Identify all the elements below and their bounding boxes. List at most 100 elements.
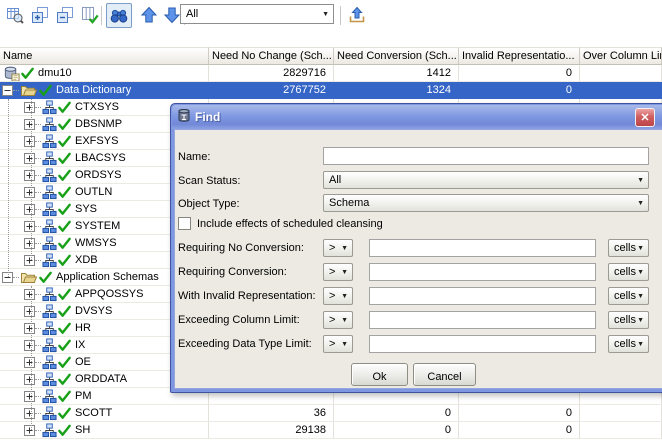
operator-select[interactable]: > ▼: [323, 311, 353, 329]
export-button[interactable]: [346, 4, 368, 26]
operator-value: >: [329, 290, 336, 302]
expand-node-icon[interactable]: [24, 305, 35, 317]
operator-select[interactable]: > ▼: [323, 263, 353, 281]
check-icon: [58, 322, 71, 335]
chevron-down-icon: ▼: [341, 244, 348, 252]
check-icon: [58, 152, 71, 165]
table-row[interactable]: SCOTT 36 0 0: [0, 405, 662, 422]
expand-node-icon[interactable]: [24, 237, 35, 249]
schema-icon: [42, 337, 57, 353]
tree-node-label: ORDDATA: [75, 373, 128, 385]
check-icon: [58, 118, 71, 131]
scan-database-button[interactable]: [4, 4, 26, 26]
column-header[interactable]: Need No Change (Sch...: [209, 47, 334, 65]
table-row[interactable]: Data Dictionary 2767752 1324 0: [0, 82, 662, 99]
column-header[interactable]: Invalid Representatio...: [459, 47, 580, 65]
operator-select[interactable]: > ▼: [323, 335, 353, 353]
unit-select[interactable]: cells ▼: [608, 335, 649, 353]
schema-icon: [42, 218, 57, 234]
expand-node-icon[interactable]: [24, 118, 35, 130]
collapse-all-button[interactable]: [54, 4, 76, 26]
criteria-row: With Invalid Representation: > ▼ cells ▼: [171, 287, 662, 305]
criteria-value-input[interactable]: [369, 311, 596, 329]
expand-node-icon[interactable]: [24, 373, 35, 385]
tree-connector: [35, 361, 41, 363]
column-header[interactable]: Name: [0, 47, 209, 65]
expand-node-icon[interactable]: [24, 390, 35, 402]
schema-icon: [42, 167, 57, 183]
expand-node-icon[interactable]: [24, 288, 35, 300]
operator-select[interactable]: > ▼: [323, 239, 353, 257]
find-dialog-titlebar[interactable]: Find: [172, 105, 662, 129]
chevron-down-icon: ▼: [341, 292, 348, 300]
schema-icon: [42, 354, 57, 370]
criteria-value-input[interactable]: [369, 263, 596, 281]
schema-icon: [42, 252, 57, 268]
scan-status-select[interactable]: All ▼: [323, 171, 649, 189]
scan-status-label: Scan Status:: [178, 175, 241, 187]
table-row[interactable]: SH 29138 0 0: [0, 422, 662, 439]
unit-select[interactable]: cells ▼: [608, 287, 649, 305]
expand-node-icon[interactable]: [24, 254, 35, 266]
criteria-label: With Invalid Representation:: [178, 290, 316, 302]
name-input[interactable]: [323, 147, 649, 165]
unit-select[interactable]: cells ▼: [608, 239, 649, 257]
column-header[interactable]: Over Column Lim: [580, 47, 662, 65]
expand-node-icon[interactable]: [24, 101, 35, 113]
collapse-all-icon: [56, 6, 74, 24]
database-icon: [3, 65, 20, 81]
schema-icon: [42, 286, 57, 302]
unit-select[interactable]: cells ▼: [608, 263, 649, 281]
criteria-value-input[interactable]: [369, 239, 596, 257]
expand-node-icon[interactable]: [24, 356, 35, 368]
expand-node-icon[interactable]: [24, 407, 35, 419]
check-icon: [58, 169, 71, 182]
value-cell: 2767752: [209, 82, 334, 99]
operator-select[interactable]: > ▼: [323, 287, 353, 305]
unit-select[interactable]: cells ▼: [608, 311, 649, 329]
tree-connector: [35, 174, 41, 176]
expand-node-icon[interactable]: [24, 169, 35, 181]
expand-node-icon[interactable]: [24, 203, 35, 215]
expand-node-icon[interactable]: [24, 424, 35, 436]
move-up-button[interactable]: [138, 4, 160, 26]
expand-all-button[interactable]: [29, 4, 51, 26]
tree-connector: [35, 242, 41, 244]
table-row[interactable]: dmu10 2829716 1412 0: [0, 65, 662, 82]
include-cleansing-checkbox[interactable]: [178, 217, 191, 230]
expand-node-icon[interactable]: [24, 339, 35, 351]
criteria-value-input[interactable]: [369, 335, 596, 353]
criteria-value-input[interactable]: [369, 287, 596, 305]
tree-guide-line: [8, 99, 9, 277]
value-cell: 0: [459, 82, 580, 99]
expand-node-icon[interactable]: [24, 322, 35, 334]
check-icon: [58, 407, 71, 420]
expand-node-icon[interactable]: [24, 220, 35, 232]
check-icon: [58, 237, 71, 250]
tree-node-label: Data Dictionary: [56, 84, 132, 96]
column-header[interactable]: Need Conversion (Sch...: [334, 47, 459, 65]
check-icon: [58, 135, 71, 148]
close-icon: ✕: [640, 112, 650, 124]
object-type-select[interactable]: Schema ▼: [323, 194, 649, 212]
tree-node-label: SYS: [75, 203, 98, 215]
collapse-node-icon[interactable]: [2, 84, 13, 96]
tree-node-label: EXFSYS: [75, 135, 119, 147]
tree-connector: [35, 123, 41, 125]
toggle-columns-button[interactable]: [79, 4, 101, 26]
find-button[interactable]: [106, 3, 132, 28]
check-icon: [58, 101, 71, 114]
expand-node-icon[interactable]: [24, 135, 35, 147]
expand-node-icon[interactable]: [24, 152, 35, 164]
close-button[interactable]: ✕: [635, 108, 655, 127]
tree-connector: [35, 310, 41, 312]
expand-node-icon[interactable]: [24, 186, 35, 198]
check-icon: [58, 339, 71, 352]
value-cell: 0: [459, 422, 580, 439]
ok-button[interactable]: Ok: [351, 363, 408, 386]
chevron-down-icon: ▼: [322, 10, 329, 18]
cancel-button[interactable]: Cancel: [413, 363, 476, 386]
schema-icon: [42, 133, 57, 149]
filter-select[interactable]: All ▼: [180, 4, 334, 24]
tree-connector: [35, 259, 41, 261]
